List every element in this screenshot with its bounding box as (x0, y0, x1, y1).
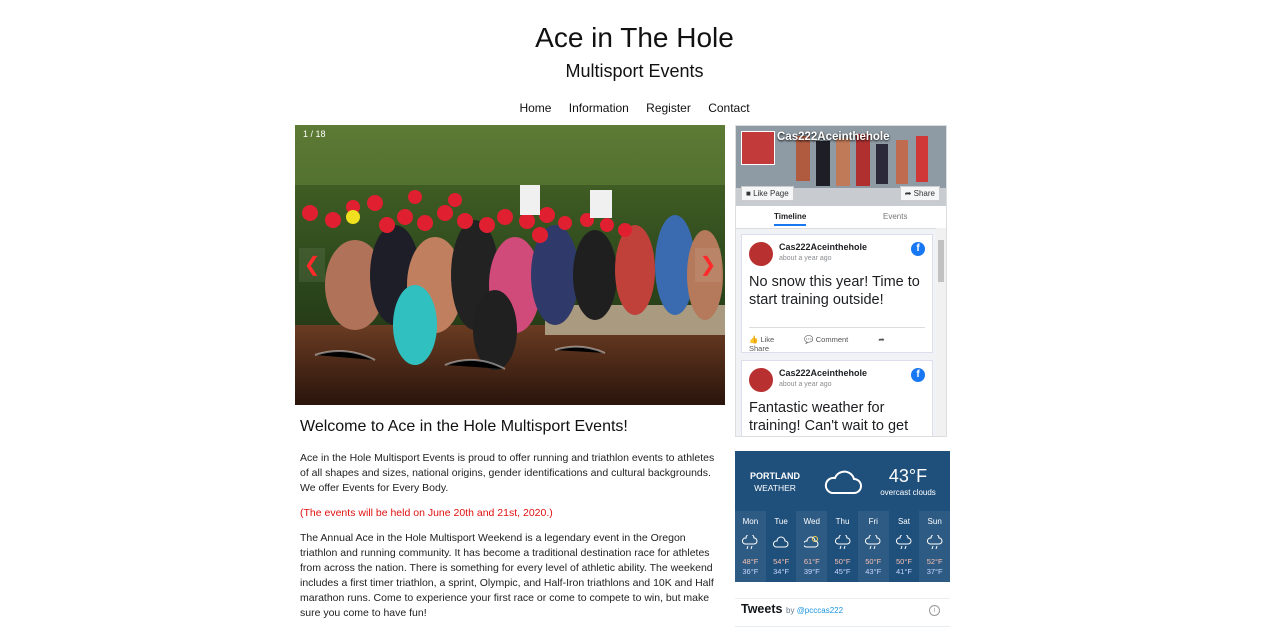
day-name: Fri (868, 517, 878, 526)
nav-register-link[interactable]: Register (646, 101, 691, 115)
post-author-name[interactable]: Cas222Aceinthehole (779, 242, 867, 252)
image-slideshow[interactable]: 1 / 18 ❮ ❯ (295, 125, 725, 405)
day-name: Wed (803, 517, 820, 526)
day-high: 50°F (895, 557, 912, 566)
weather-city: PORTLAND (750, 471, 800, 481)
share-page-label: Share (913, 189, 935, 198)
day-name: Sat (897, 517, 910, 526)
like-button[interactable]: 👍 Like (749, 335, 788, 344)
forecast-row: Mon 48°F 36°F Tue 54°F 34°F Wed 61°F 39°… (735, 511, 951, 582)
day-high: 48°F (742, 557, 759, 566)
nav-contact-link[interactable]: Contact (708, 101, 749, 115)
cloud-icon (766, 535, 797, 553)
day-high: 52°F (926, 557, 943, 566)
like-page-button[interactable]: ■ Like Page (741, 186, 794, 201)
post-author-name[interactable]: Cas222Aceinthehole (779, 368, 867, 378)
forecast-day: Sun 52°F 37°F (919, 511, 951, 582)
rain-cloud-icon (827, 533, 858, 553)
post-text: No snow this year! Time to start trainin… (749, 274, 920, 308)
main-nav: Home Information Register Contact (0, 101, 1269, 115)
tweets-title: Tweets (741, 602, 783, 616)
event-date-notice: (The events will be held on June 20th an… (300, 507, 553, 519)
facebook-scrollbar-thumb[interactable] (938, 240, 944, 282)
twitter-timeline-widget: Tweets by @pcccas222 i (735, 598, 950, 632)
site-title: Ace in The Hole (535, 22, 734, 53)
weather-description: overcast clouds (880, 488, 936, 497)
chevron-left-icon[interactable]: ❮ (299, 248, 325, 282)
tweets-by-label: by (786, 606, 795, 615)
cloud-icon (824, 470, 862, 494)
day-low: 43°F (865, 567, 882, 576)
tweets-byline: by @pcccas222 (786, 606, 843, 615)
share-page-button[interactable]: ➦ Share (899, 186, 940, 201)
forecast-day: Tue 54°F 34°F (766, 511, 797, 582)
twitter-handle-link[interactable]: @pcccas222 (797, 606, 843, 615)
tab-events[interactable]: Events (883, 212, 907, 221)
weather-label: WEATHER (754, 483, 796, 493)
comment-label: Comment (815, 335, 849, 344)
info-icon[interactable]: i (929, 605, 940, 616)
tab-timeline[interactable]: Timeline (774, 212, 807, 226)
facebook-logo-icon: ■ (746, 189, 751, 198)
forecast-day: Fri 50°F 43°F (857, 511, 889, 582)
facebook-page-name[interactable]: Cas222Aceinthehole (777, 131, 890, 143)
day-high: 61°F (803, 557, 820, 566)
day-name: Mon (742, 517, 759, 526)
facebook-icon: f (911, 368, 925, 382)
share-arrow-icon: ➦ (904, 189, 912, 198)
day-name: Sun (927, 517, 942, 526)
chevron-right-icon[interactable]: ❯ (695, 248, 721, 282)
slide-image (295, 125, 725, 405)
nav-information-link[interactable]: Information (569, 101, 629, 115)
facebook-post: Cas222Aceinthehole about a year ago f No… (741, 234, 933, 353)
facebook-page-avatar[interactable] (741, 131, 775, 165)
slide-counter: 1 / 18 (303, 129, 326, 139)
day-high: 50°F (865, 557, 882, 566)
post-actions: 👍 Like 💬 Comment ➦ Share (749, 327, 925, 353)
weather-widget: PORTLAND WEATHER 43°F overcast clouds Mo… (735, 451, 951, 582)
share-label: Share (749, 344, 770, 353)
welcome-heading: Welcome to Ace in the Hole Multisport Ev… (300, 418, 628, 435)
post-author-avatar[interactable] (749, 368, 773, 392)
post-timestamp[interactable]: about a year ago (779, 381, 832, 388)
rain-cloud-icon (889, 533, 920, 553)
description-paragraph: The Annual Ace in the Hole Multisport We… (300, 532, 714, 619)
current-temperature: 43°F (888, 466, 928, 486)
day-high: 54°F (773, 557, 790, 566)
day-low: 41°F (895, 567, 912, 576)
rain-cloud-icon (858, 533, 889, 553)
facebook-icon: f (911, 242, 925, 256)
day-low: 37°F (926, 567, 943, 576)
post-author-avatar[interactable] (749, 242, 773, 266)
post-timestamp[interactable]: about a year ago (779, 255, 832, 262)
day-high: 50°F (834, 557, 851, 566)
rain-cloud-icon (735, 533, 766, 553)
like-page-label: Like Page (753, 189, 789, 198)
day-low: 39°F (803, 567, 820, 576)
forecast-day: Wed 61°F 39°F (796, 511, 828, 582)
facebook-cover-photo: Cas222Aceinthehole ■ Like Page ➦ Share (736, 126, 946, 206)
intro-paragraph: Ace in the Hole Multisport Events is pro… (300, 452, 715, 494)
site-subtitle: Multisport Events (565, 61, 704, 81)
like-label: Like (760, 335, 775, 344)
forecast-day: Thu 50°F 45°F (827, 511, 858, 582)
day-name: Tue (774, 517, 788, 526)
post-text: Fantastic weather for training! Can't wa… (749, 400, 909, 434)
comment-button[interactable]: 💬 Comment (804, 335, 862, 344)
forecast-day: Sat 50°F 41°F (889, 511, 920, 582)
divider (735, 626, 950, 627)
rain-cloud-icon (919, 533, 950, 553)
day-low: 34°F (773, 567, 790, 576)
forecast-day: Mon 48°F 36°F (735, 511, 766, 582)
facebook-page-widget: Cas222Aceinthehole ■ Like Page ➦ Share T… (735, 125, 947, 437)
day-low: 36°F (742, 567, 759, 576)
facebook-tabs: Timeline Events (736, 206, 946, 229)
nav-home-link[interactable]: Home (519, 101, 551, 115)
partly-cloudy-icon (796, 535, 827, 553)
day-low: 45°F (834, 567, 851, 576)
facebook-post: Cas222Aceinthehole about a year ago f Fa… (741, 360, 933, 436)
day-name: Thu (835, 517, 850, 526)
